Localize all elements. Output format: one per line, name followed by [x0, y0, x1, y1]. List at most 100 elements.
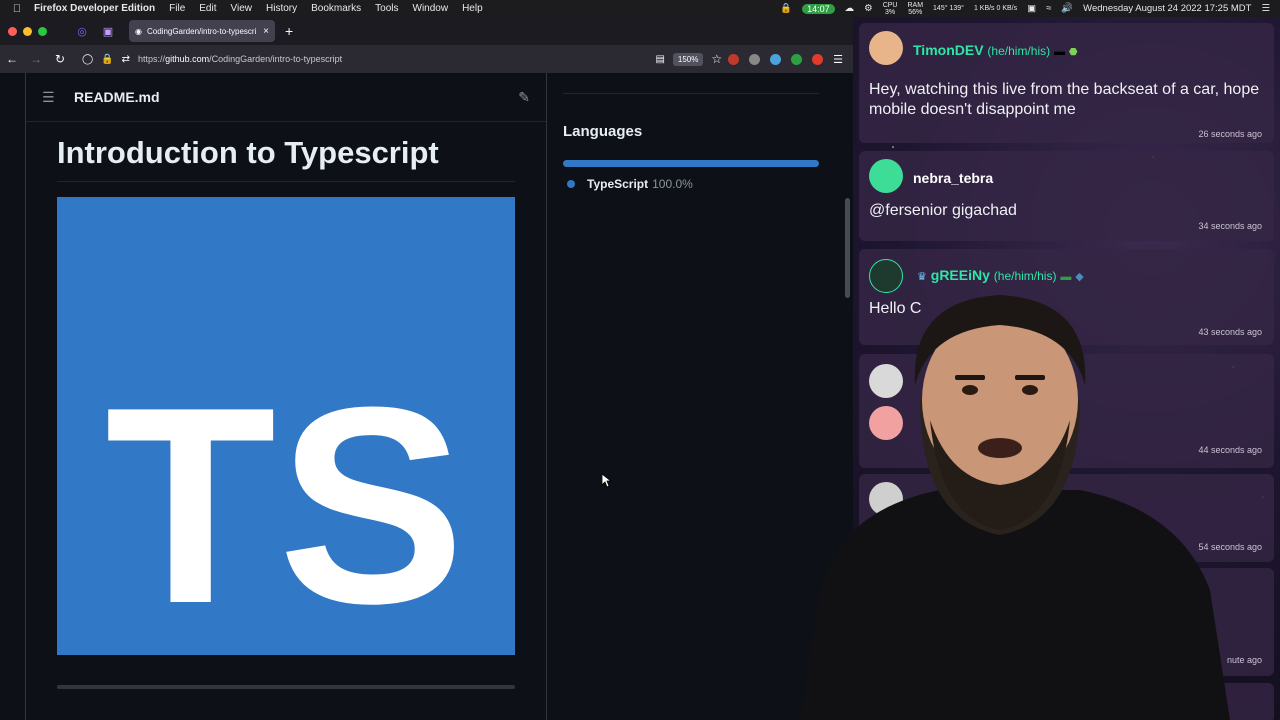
close-window-button[interactable]: [8, 26, 17, 36]
cpu-value: 3%: [885, 8, 896, 16]
chat-message-text: @fersenior gigachad: [869, 202, 1017, 219]
browser-nav-bar: ← → ↻ ◯ 🔒 ⇄ https://github.com/CodingGar…: [0, 45, 853, 73]
chat-timestamp: 34 seconds ago: [1198, 221, 1262, 231]
readme-filename[interactable]: README.md: [74, 89, 160, 105]
url-prefix: https://: [138, 54, 166, 64]
recording-clock-pill[interactable]: 14:07: [802, 3, 835, 14]
browser-tab-strip: ◎ ▣ ◉ CodingGarden/intro-to-typescri × +: [0, 17, 853, 45]
volume-icon[interactable]: 🔊: [1061, 3, 1073, 14]
chat-pronouns: (he/him/his): [987, 44, 1051, 58]
python-badge-icon: ◆: [1075, 271, 1084, 283]
green-extension-icon[interactable]: [791, 53, 803, 65]
menu-app-name[interactable]: Firefox Developer Edition: [34, 3, 155, 14]
network-stat[interactable]: 1 KB/s 0 KB/s: [974, 5, 1017, 12]
language-color-dot: [567, 180, 575, 188]
chat-pronouns: (he/him/his): [993, 269, 1057, 283]
url-host: github.com: [165, 54, 210, 64]
wifi-icon[interactable]: ≈: [1046, 3, 1051, 14]
url-path: /CodingGarden/intro-to-typescript: [209, 54, 343, 64]
back-button[interactable]: ←: [0, 52, 24, 66]
node-badge-icon: ⬣: [1068, 47, 1078, 58]
window-controls: [8, 26, 47, 36]
display-icon[interactable]: ▣: [1027, 3, 1036, 14]
cloud-icon[interactable]: ☁: [845, 3, 855, 14]
language-name: TypeScript: [587, 177, 649, 191]
tab-title: CodingGarden/intro-to-typescri: [146, 26, 257, 36]
minimize-window-button[interactable]: [23, 26, 32, 36]
shield-icon[interactable]: ◯: [82, 54, 93, 65]
apple-menu-icon[interactable]: : [0, 3, 34, 15]
outline-list-icon[interactable]: ☰: [42, 89, 58, 106]
heading-divider: [57, 181, 515, 182]
chat-username-text: gREEiNy: [930, 267, 990, 283]
reload-button[interactable]: ↻: [48, 52, 72, 66]
crown-badge-icon: ♛: [917, 271, 927, 283]
url-bar[interactable]: ◯ 🔒 ⇄ https://github.com/CodingGarden/in…: [76, 48, 728, 70]
webcam-streamer-image: [800, 295, 1230, 720]
bookmark-star-icon[interactable]: ☆: [711, 52, 722, 66]
chat-username: nebra_tebra: [913, 170, 994, 186]
temp-stat[interactable]: 145° 139°: [933, 5, 964, 12]
chat-username: TimonDEV (he/him/his) ▬ ⬣: [913, 42, 1078, 58]
readme-panel: ☰ README.md ✎ Introduction to Typescript…: [25, 73, 547, 720]
chat-message-text: Hey, watching this live from the backsea…: [869, 81, 1260, 118]
menubar-datetime[interactable]: Wednesday August 24 2022 17:25 MDT: [1083, 3, 1251, 14]
github-favicon-icon: ◉: [135, 26, 142, 36]
avatar: [869, 159, 903, 193]
menu-history[interactable]: History: [266, 3, 297, 14]
horizontal-scrollbar[interactable]: [57, 685, 515, 689]
germany-flag-icon: ▬: [1054, 46, 1065, 58]
language-bar: [563, 160, 819, 167]
menu-tools[interactable]: Tools: [375, 3, 398, 14]
lock-icon[interactable]: 🔒: [101, 54, 113, 65]
active-tab[interactable]: ◉ CodingGarden/intro-to-typescri ×: [129, 20, 275, 42]
readme-heading: Introduction to Typescript: [57, 135, 439, 170]
chat-username-text: TimonDEV: [913, 42, 984, 58]
chat-timestamp: 26 seconds ago: [1198, 129, 1262, 139]
macos-menu-bar:  Firefox Developer Edition File Edit Vi…: [0, 0, 1280, 17]
typescript-logo-image: TS: [57, 197, 515, 655]
chat-username: ♛ gREEiNy (he/him/his) ▬ ◆: [917, 267, 1084, 283]
cpu-stat[interactable]: CPU 3%: [883, 2, 898, 16]
camera-extension-icon[interactable]: [749, 53, 761, 65]
readme-header: ☰ README.md ✎: [26, 73, 546, 122]
gear-status-icon[interactable]: ⚙: [864, 3, 873, 14]
zoom-window-button[interactable]: [38, 26, 47, 36]
languages-heading: Languages: [563, 123, 643, 140]
chat-message: nebra_tebra @fersenior gigachad 34 secon…: [859, 151, 1274, 241]
extensions-toolbar: ☰: [728, 53, 853, 66]
edit-pencil-icon[interactable]: ✎: [518, 89, 530, 106]
typescript-logo-text: TS: [105, 350, 467, 662]
hamburger-menu-icon[interactable]: ☰: [833, 53, 843, 66]
control-center-icon[interactable]: ☰: [1261, 3, 1270, 14]
menu-help[interactable]: Help: [462, 3, 483, 14]
ram-stat[interactable]: RAM 56%: [907, 2, 923, 16]
menu-bookmarks[interactable]: Bookmarks: [311, 3, 361, 14]
pinned-tab-firefox-icon[interactable]: ◎: [69, 25, 95, 38]
tab-close-icon[interactable]: ×: [263, 26, 269, 37]
red-extension-icon[interactable]: [812, 53, 824, 65]
gem-extension-icon[interactable]: [770, 53, 782, 65]
menu-edit[interactable]: Edit: [199, 3, 216, 14]
pinned-tab-twitch-icon[interactable]: ▣: [95, 25, 121, 38]
url-text[interactable]: https://github.com/CodingGarden/intro-to…: [138, 54, 647, 64]
github-page: ☰ README.md ✎ Introduction to Typescript…: [0, 73, 853, 720]
menu-file[interactable]: File: [169, 3, 185, 14]
permissions-icon[interactable]: ⇄: [122, 54, 130, 65]
sidebar-divider: [563, 93, 819, 94]
avatar: [869, 31, 903, 65]
zoom-level-button[interactable]: 150%: [672, 52, 704, 66]
ublock-extension-icon[interactable]: [728, 53, 740, 65]
new-tab-button[interactable]: +: [285, 23, 293, 39]
lock-status-icon[interactable]: 🔒: [780, 3, 792, 14]
forward-button[interactable]: →: [24, 52, 48, 66]
brazil-flag-icon: ▬: [1060, 271, 1072, 283]
menu-window[interactable]: Window: [413, 3, 449, 14]
language-item-typescript[interactable]: TypeScript 100.0%: [567, 177, 693, 191]
menu-view[interactable]: View: [231, 3, 253, 14]
reader-view-icon[interactable]: ▤: [655, 54, 664, 65]
vertical-scrollbar[interactable]: [845, 198, 850, 298]
mouse-cursor-icon: [602, 474, 612, 488]
chat-message: TimonDEV (he/him/his) ▬ ⬣ Hey, watching …: [859, 23, 1274, 143]
avatar: [869, 259, 903, 293]
